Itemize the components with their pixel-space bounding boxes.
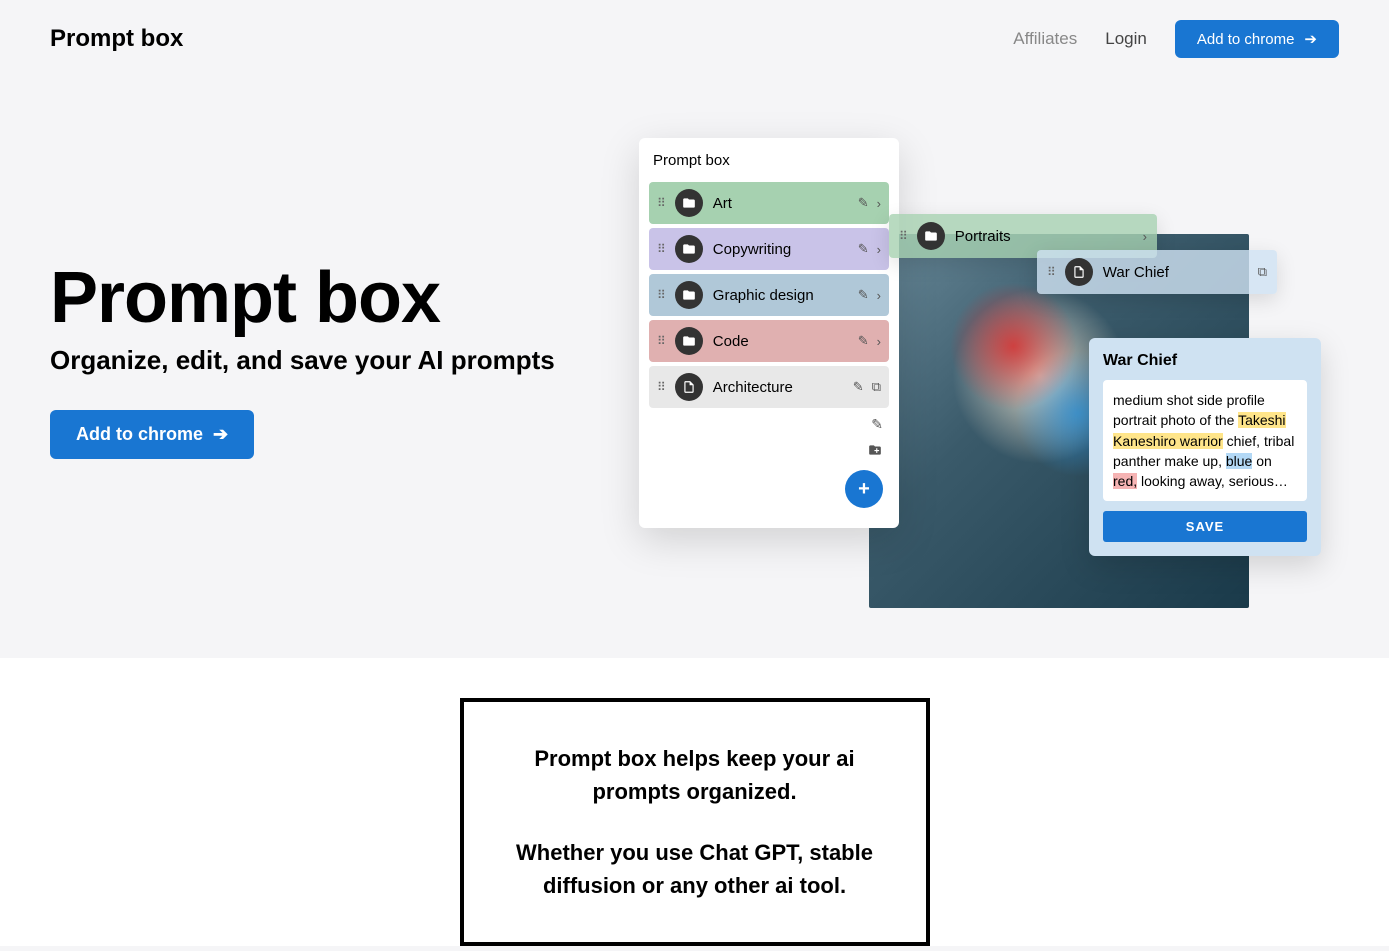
folder-icon [675, 281, 703, 309]
folder-label: Code [713, 333, 848, 350]
hero-illustration: Prompt box ⠿ Art ✎ › ⠿ Copywriting ✎ › [639, 138, 1339, 638]
panel-footer: ✎ + [649, 416, 889, 508]
drag-handle-icon[interactable]: ⠿ [657, 242, 665, 256]
arrow-right-icon: ➔ [213, 424, 228, 445]
drag-handle-icon[interactable]: ⠿ [1047, 265, 1055, 279]
chevron-right-icon[interactable]: › [1143, 229, 1147, 244]
hero-section: Prompt box Organize, edit, and save your… [0, 78, 1389, 658]
item-architecture[interactable]: ⠿ Architecture ✎ ⧉ [649, 366, 889, 408]
folder-label: Portraits [955, 228, 1133, 245]
hero-text: Prompt box Organize, edit, and save your… [50, 257, 591, 459]
add-to-chrome-button-header[interactable]: Add to chrome ➔ [1175, 20, 1339, 58]
chevron-right-icon[interactable]: › [877, 288, 881, 303]
drag-handle-icon[interactable]: ⠿ [657, 196, 665, 210]
site-header: Prompt box Affiliates Login Add to chrom… [0, 0, 1389, 78]
nav-affiliates[interactable]: Affiliates [1013, 29, 1077, 49]
prompt-text-segment: looking away, serious… [1137, 473, 1288, 489]
folder-art[interactable]: ⠿ Art ✎ › [649, 182, 889, 224]
document-icon [1065, 258, 1093, 286]
pencil-icon[interactable]: ✎ [858, 333, 869, 349]
folder-icon [675, 189, 703, 217]
pencil-icon[interactable]: ✎ [858, 195, 869, 211]
drag-handle-icon[interactable]: ⠿ [657, 288, 665, 302]
add-button[interactable]: + [845, 470, 883, 508]
copy-icon[interactable]: ⧉ [872, 379, 881, 395]
info-paragraph-2: Whether you use Chat GPT, stable diffusi… [500, 836, 890, 902]
prompt-text-segment: on [1252, 453, 1271, 469]
folder-label: Art [713, 195, 848, 212]
folder-icon [917, 222, 945, 250]
info-box: Prompt box helps keep your ai prompts or… [460, 698, 930, 946]
drag-handle-icon[interactable]: ⠿ [657, 334, 665, 348]
new-folder-icon[interactable] [867, 443, 883, 460]
hero-subtitle: Organize, edit, and save your AI prompts [50, 345, 591, 376]
pencil-icon[interactable]: ✎ [871, 416, 883, 433]
copy-icon[interactable]: ⧉ [1258, 264, 1267, 280]
panel-title: Prompt box [649, 152, 889, 182]
prompt-editor-card: War Chief medium shot side profile portr… [1089, 338, 1321, 556]
nav-login[interactable]: Login [1105, 29, 1147, 49]
folder-label: Architecture [713, 379, 843, 396]
folder-icon [675, 235, 703, 263]
highlight-blue: blue [1226, 453, 1252, 469]
info-paragraph-1: Prompt box helps keep your ai prompts or… [500, 742, 890, 808]
chevron-right-icon[interactable]: › [877, 196, 881, 211]
file-label: War Chief [1103, 264, 1248, 281]
hero-title: Prompt box [50, 257, 591, 339]
prompt-title: War Chief [1103, 352, 1307, 370]
save-button[interactable]: SAVE [1103, 511, 1307, 542]
highlight-red: red, [1113, 473, 1137, 489]
folder-label: Copywriting [713, 241, 848, 258]
drag-handle-icon[interactable]: ⠿ [899, 229, 907, 243]
prompt-text[interactable]: medium shot side profile portrait photo … [1103, 380, 1307, 501]
folder-icon [675, 327, 703, 355]
folder-graphic-design[interactable]: ⠿ Graphic design ✎ › [649, 274, 889, 316]
drag-handle-icon[interactable]: ⠿ [657, 380, 665, 394]
chevron-right-icon[interactable]: › [877, 334, 881, 349]
top-nav: Affiliates Login Add to chrome ➔ [1013, 20, 1339, 58]
folder-code[interactable]: ⠿ Code ✎ › [649, 320, 889, 362]
pencil-icon[interactable]: ✎ [858, 287, 869, 303]
chevron-right-icon[interactable]: › [877, 242, 881, 257]
add-to-chrome-button-hero[interactable]: Add to chrome ➔ [50, 410, 254, 459]
app-panel: Prompt box ⠿ Art ✎ › ⠿ Copywriting ✎ › [639, 138, 899, 528]
button-label: Add to chrome [76, 424, 203, 445]
folder-label: Graphic design [713, 287, 848, 304]
info-section: Prompt box helps keep your ai prompts or… [0, 658, 1389, 946]
logo: Prompt box [50, 25, 183, 53]
pencil-icon[interactable]: ✎ [853, 379, 864, 395]
document-icon [675, 373, 703, 401]
nested-file-war-chief[interactable]: ⠿ War Chief ⧉ [1037, 250, 1277, 294]
folder-copywriting[interactable]: ⠿ Copywriting ✎ › [649, 228, 889, 270]
arrow-right-icon: ➔ [1304, 30, 1317, 48]
pencil-icon[interactable]: ✎ [858, 241, 869, 257]
button-label: Add to chrome [1197, 31, 1295, 48]
